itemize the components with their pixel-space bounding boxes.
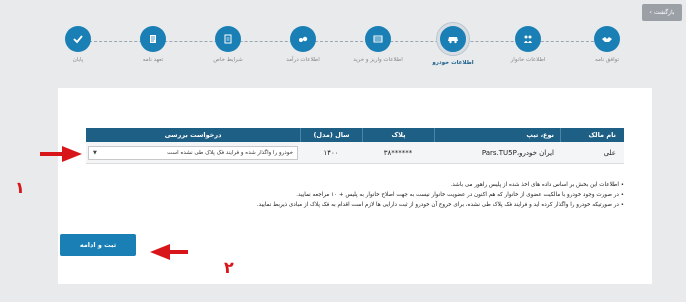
step-deposit: اطلاعات واریز و خرید bbox=[343, 26, 413, 64]
family-icon bbox=[515, 26, 541, 52]
cell-request: خودرو را واگذار شده و فرایند فک پلاک طی … bbox=[86, 145, 300, 160]
note-item: اطلاعات این بخش بر اساس داده های اخذ شده… bbox=[104, 180, 624, 190]
step-label: اطلاعات خودرو bbox=[432, 60, 474, 66]
col-owner: نام مالک bbox=[560, 128, 624, 142]
handshake-icon bbox=[594, 26, 620, 52]
step-label: توافق نامه bbox=[595, 57, 619, 63]
col-type: نوع، تیپ bbox=[434, 128, 560, 142]
table-header: نام مالک نوع، تیپ پلاک سال (مدل) درخواست… bbox=[86, 128, 624, 142]
step-household: اطلاعات خانوار bbox=[493, 26, 563, 64]
vehicle-table: نام مالک نوع، تیپ پلاک سال (مدل) درخواست… bbox=[86, 128, 624, 164]
col-plate: پلاک bbox=[362, 128, 434, 142]
wizard-stepper: پایان تعهد نامه شرایط خاص اطلاعات درآمد … bbox=[0, 0, 686, 86]
step-label: تعهد نامه bbox=[142, 57, 164, 63]
car-icon bbox=[437, 23, 469, 55]
request-select[interactable]: خودرو را واگذار شده و فرایند فک پلاک طی … bbox=[88, 145, 298, 160]
note-item: در صورت وجود خودرو با مالکیت عضوی از خان… bbox=[104, 190, 624, 200]
notes-list: اطلاعات این بخش بر اساس داده های اخذ شده… bbox=[104, 180, 624, 210]
step-income: اطلاعات درآمد bbox=[268, 26, 338, 64]
annotation-number-1: ۱ bbox=[15, 178, 25, 197]
table-row: علی ایران خودرو،Pars.TU5P ******۳۸ ۱۴۰۰ … bbox=[86, 142, 624, 164]
note-item: در صورتیکه خودرو را واگذار کرده اید و فر… bbox=[104, 200, 624, 210]
cell-plate: ******۳۸ bbox=[383, 148, 413, 157]
money-icon bbox=[290, 26, 316, 52]
step-commitment: تعهد نامه bbox=[118, 26, 188, 64]
step-label: اطلاعات واریز و خرید bbox=[353, 57, 403, 63]
chevron-down-icon: ▼ bbox=[93, 149, 97, 156]
cell-year: ۱۴۰۰ bbox=[323, 148, 339, 157]
document-icon bbox=[140, 26, 166, 52]
step-special-conditions: شرایط خاص bbox=[193, 26, 263, 64]
cell-owner: علی bbox=[603, 148, 616, 157]
step-label: اطلاعات خانوار bbox=[510, 57, 546, 63]
step-label: پایان bbox=[72, 57, 84, 63]
col-year: سال (مدل) bbox=[300, 128, 362, 142]
step-label: شرایط خاص bbox=[213, 57, 243, 63]
col-request: درخواست بررسی bbox=[164, 131, 222, 139]
submit-continue-button[interactable]: ثبت و ادامه bbox=[60, 234, 136, 256]
step-finish: پایان bbox=[43, 26, 113, 64]
list-icon bbox=[365, 26, 391, 52]
cell-type: ایران خودرو،Pars.TU5P bbox=[481, 148, 554, 157]
request-select-value: خودرو را واگذار شده و فرایند فک پلاک طی … bbox=[167, 149, 293, 156]
vehicle-info-card: نام مالک نوع، تیپ پلاک سال (مدل) درخواست… bbox=[58, 88, 652, 284]
annotation-number-2: ۲ bbox=[224, 258, 234, 277]
conditions-icon bbox=[215, 26, 241, 52]
step-agreement: توافق نامه bbox=[572, 26, 642, 64]
step-vehicle: اطلاعات خودرو bbox=[418, 23, 488, 67]
check-icon bbox=[65, 26, 91, 52]
step-label: اطلاعات درآمد bbox=[286, 57, 320, 63]
